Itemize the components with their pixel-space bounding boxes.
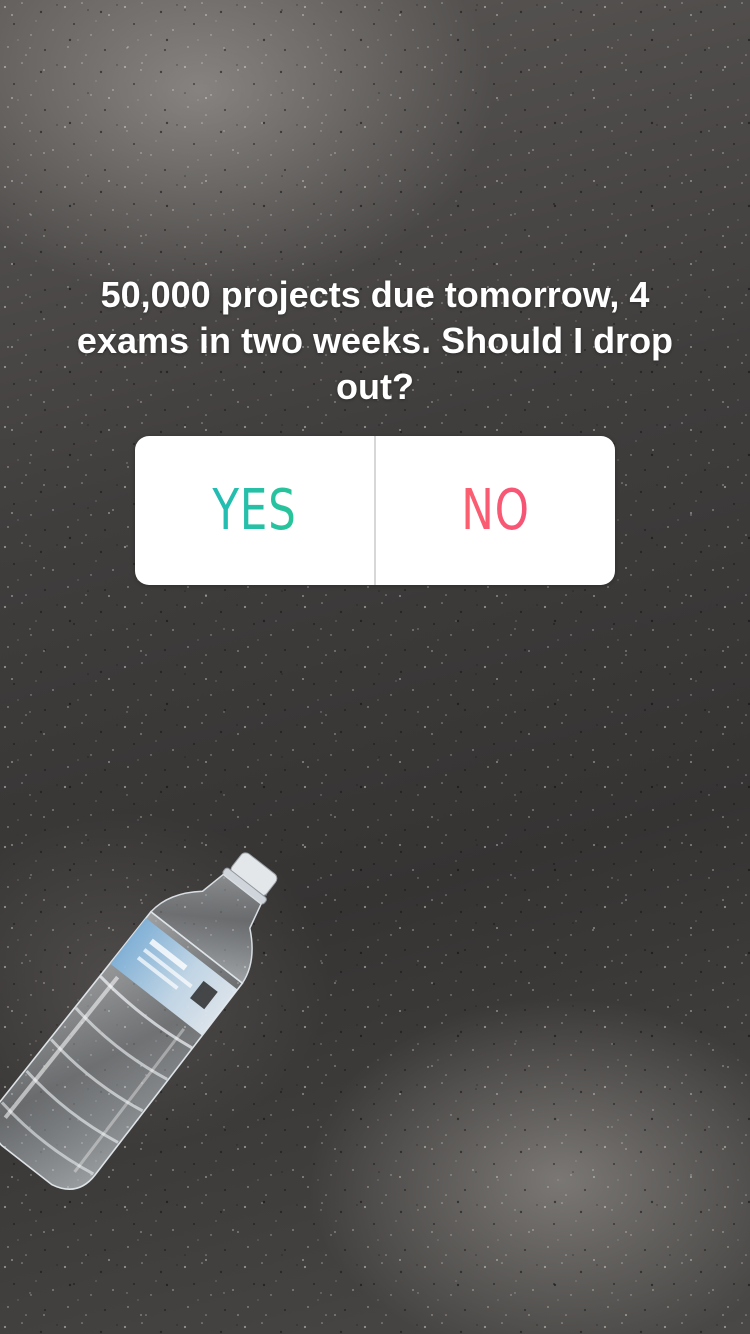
poll-question: 50,000 projects due tomorrow, 4 exams in… [76, 274, 674, 407]
poll-divider [374, 436, 376, 585]
poll-option-no[interactable]: NO [402, 436, 588, 585]
story-screen: 50,000 projects due tomorrow, 4 exams in… [0, 0, 750, 1334]
poll-option-yes[interactable]: YES [161, 436, 347, 585]
poll-sticker: YES NO [135, 436, 615, 585]
water-bottle [0, 852, 278, 1191]
